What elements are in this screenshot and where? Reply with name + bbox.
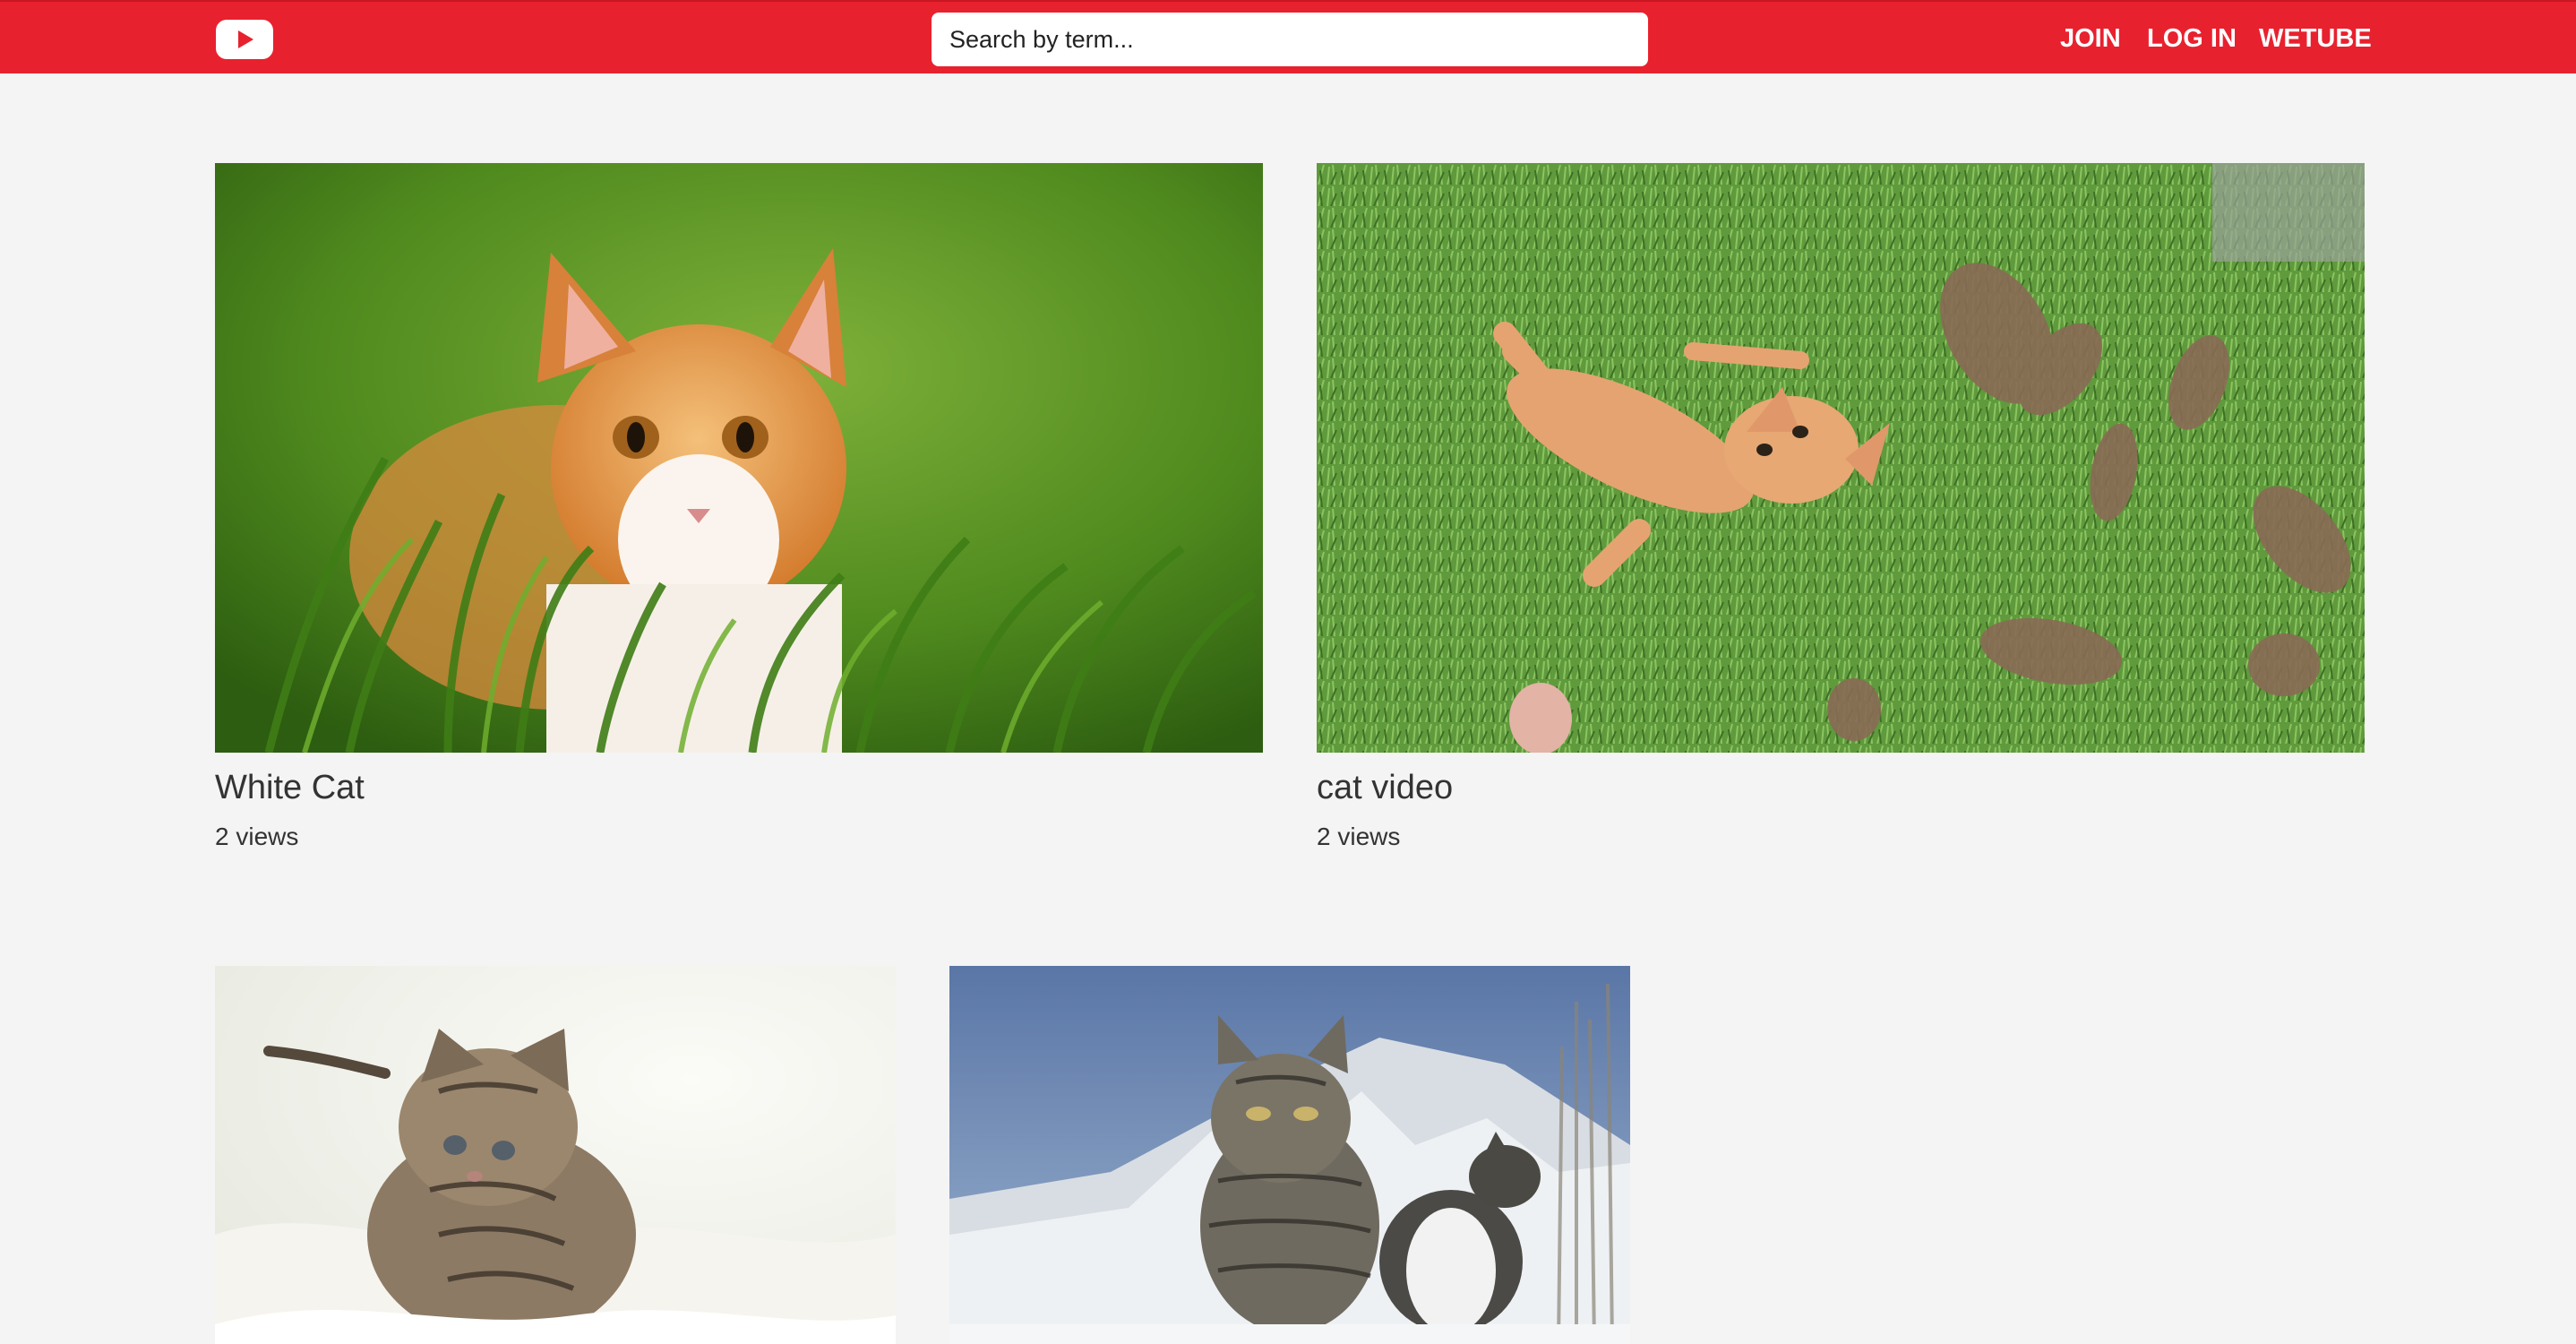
video-views: 2 views (1317, 823, 1401, 850)
video-thumbnail[interactable] (1317, 163, 2365, 753)
video-card[interactable]: White Cat 2 views (215, 163, 1263, 862)
video-card[interactable]: cat video 2 views (1317, 163, 2365, 862)
join-link[interactable]: JOIN (2060, 2, 2121, 75)
youtube-logo-icon[interactable] (216, 20, 273, 59)
video-views: 2 views (215, 823, 299, 850)
video-title[interactable]: White Cat (215, 769, 365, 807)
video-card[interactable] (215, 966, 896, 1344)
video-title[interactable]: cat video (1317, 769, 1453, 807)
login-link[interactable]: LOG IN (2147, 2, 2237, 75)
video-thumbnail[interactable] (215, 966, 896, 1344)
video-thumbnail[interactable] (949, 966, 1630, 1344)
video-card[interactable] (949, 966, 1630, 1344)
top-header: JOIN LOG IN WETUBE (0, 0, 2576, 73)
search-input[interactable] (932, 13, 1648, 66)
wetube-home-link[interactable]: WETUBE (2259, 2, 2372, 75)
video-thumbnail[interactable] (215, 163, 1263, 753)
